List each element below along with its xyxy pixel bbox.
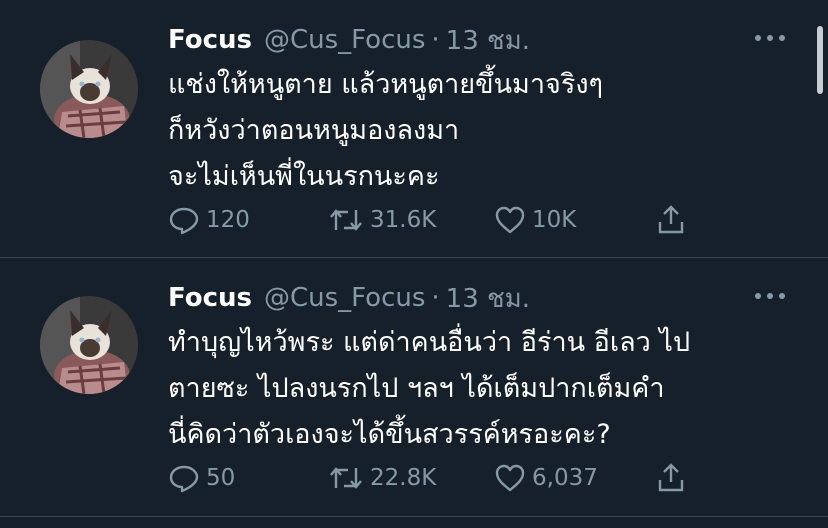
avatar[interactable]: [40, 40, 138, 138]
display-name[interactable]: Focus: [168, 283, 252, 313]
user-handle[interactable]: @Cus_Focus: [264, 25, 425, 55]
tweet[interactable]: Focus @Cus_Focus · 13 ชม. แช่งให้หนูตาย …: [0, 0, 828, 257]
tweet-text-line: จะไม่เห็นพี่ในนรกนะคะ: [168, 161, 440, 192]
reply-count: 120: [206, 207, 250, 233]
reply-icon: [169, 207, 199, 235]
reply-icon: [169, 465, 199, 493]
tweet-divider: [0, 516, 828, 517]
more-horizontal-icon[interactable]: [752, 28, 788, 48]
separator-dot: ·: [431, 25, 440, 55]
share-button[interactable]: [656, 460, 692, 496]
share-icon: [658, 205, 684, 234]
retweet-button[interactable]: 22.8K: [328, 460, 436, 496]
tweet-actions: 120 31.6K 10K: [168, 202, 708, 238]
tweet-header: Focus @Cus_Focus · 13 ชม.: [168, 280, 530, 316]
tweet-text-line: ตายซะ ไปลงนรกไป ฯลฯ ได้เต็มปากเต็มคำ: [168, 373, 665, 404]
timeline: Focus @Cus_Focus · 13 ชม. แช่งให้หนูตาย …: [0, 0, 828, 528]
retweet-icon: [330, 209, 362, 231]
reply-count: 50: [206, 465, 236, 491]
reply-button[interactable]: 50: [168, 460, 235, 496]
cat-avatar: [40, 40, 138, 138]
like-icon: [495, 206, 525, 234]
avatar[interactable]: [40, 296, 138, 394]
retweet-button[interactable]: 31.6K: [328, 202, 436, 238]
user-handle[interactable]: @Cus_Focus: [264, 283, 425, 313]
retweet-count: 31.6K: [370, 207, 437, 233]
timestamp[interactable]: 13 ชม.: [446, 20, 530, 61]
tweet[interactable]: Focus @Cus_Focus · 13 ชม. ทำบุญไหว้พระ แ…: [0, 258, 828, 516]
like-button[interactable]: 6,037: [494, 460, 598, 496]
share-icon: [658, 463, 684, 492]
tweet-text-line: แช่งให้หนูตาย แล้วหนูตายขึ้นมาจริงๆ: [168, 69, 604, 100]
timestamp[interactable]: 13 ชม.: [446, 278, 530, 319]
tweet-header: Focus @Cus_Focus · 13 ชม.: [168, 22, 530, 58]
scrollbar[interactable]: [817, 26, 823, 94]
cat-avatar: [40, 296, 138, 394]
more-horizontal-icon[interactable]: [752, 286, 788, 306]
like-button[interactable]: 10K: [494, 202, 576, 238]
reply-button[interactable]: 120: [168, 202, 250, 238]
like-count: 10K: [532, 207, 577, 233]
like-count: 6,037: [532, 465, 598, 491]
tweet-text-line: ก็หวังว่าตอนหนูมองลงมา: [168, 115, 460, 146]
separator-dot: ·: [431, 283, 440, 313]
tweet-text: ทำบุญไหว้พระ แต่ด่าคนอื่นว่า อีร่าน อีเล…: [168, 320, 768, 458]
retweet-count: 22.8K: [370, 465, 437, 491]
like-icon: [495, 464, 525, 492]
tweet-actions: 50 22.8K 6,037: [168, 460, 708, 496]
share-button[interactable]: [656, 202, 692, 238]
tweet-text: แช่งให้หนูตาย แล้วหนูตายขึ้นมาจริงๆ ก็หว…: [168, 62, 768, 200]
retweet-icon: [330, 467, 362, 489]
tweet-text-line: นี่คิดว่าตัวเองจะได้ขึ้นสวรรค์หรอะคะ?: [168, 419, 611, 450]
display-name[interactable]: Focus: [168, 25, 252, 55]
tweet-text-line: ทำบุญไหว้พระ แต่ด่าคนอื่นว่า อีร่าน อีเล…: [168, 327, 691, 358]
